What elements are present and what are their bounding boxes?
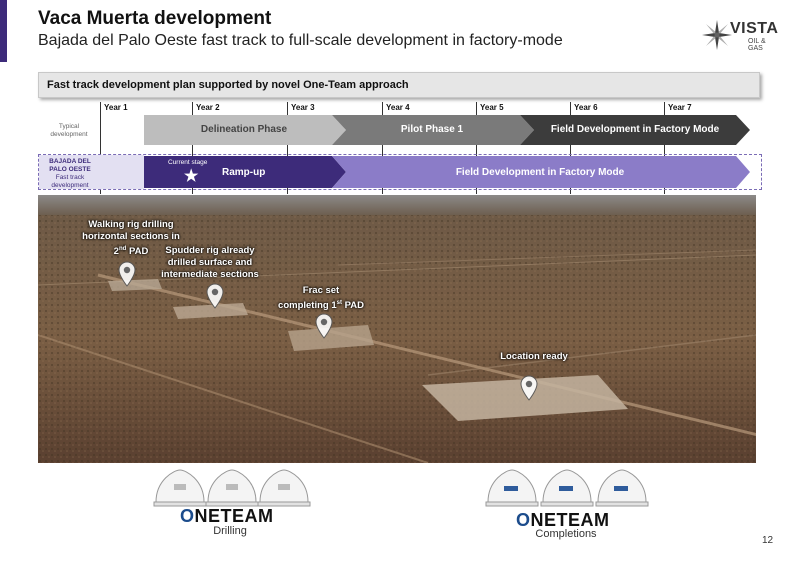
callout-line: Spudder rig already bbox=[165, 245, 255, 256]
oneteam-drilling-logo: ONETEAM bbox=[180, 506, 274, 527]
bdpo-factory-phase: Field Development in Factory Mode bbox=[455, 166, 625, 178]
label-line: BAJADA DEL bbox=[49, 158, 91, 165]
helmets-completions-icon bbox=[485, 469, 649, 507]
logo-rest: NETEAM bbox=[194, 506, 274, 526]
map-pin-icon bbox=[206, 283, 224, 309]
callout-line: Location ready bbox=[500, 351, 568, 362]
phase-factory-mode: Field Development in Factory Mode bbox=[550, 124, 720, 135]
callout-text: PAD bbox=[341, 300, 364, 312]
callout-line: Walking rig drilling bbox=[88, 219, 174, 230]
callout-line: completing 1st PAD bbox=[266, 297, 376, 312]
rampup-phase: Current stage ★ Ramp-up bbox=[144, 156, 346, 188]
label-line: development bbox=[51, 182, 89, 189]
callout-location-ready: Location ready bbox=[484, 351, 584, 363]
bdpo-label: BAJADA DEL PALO OESTE Fast track develop… bbox=[40, 158, 100, 190]
callout-line: Frac set bbox=[302, 285, 340, 296]
current-stage-label: Current stage bbox=[168, 159, 208, 166]
map-pin-icon bbox=[520, 375, 538, 401]
page-number: 12 bbox=[762, 535, 774, 546]
phase-pilot: Pilot Phase 1 bbox=[400, 124, 464, 135]
logo-o: O bbox=[180, 506, 195, 526]
callout-text: PAD bbox=[126, 246, 149, 258]
callout-line: horizontal sections in bbox=[82, 231, 180, 242]
helmets-drilling-icon bbox=[153, 469, 311, 507]
phase-delineation: Delineation Phase bbox=[200, 124, 288, 135]
label-line: PALO OESTE bbox=[49, 166, 91, 173]
aerial-photo: Walking rig drilling horizontal sections… bbox=[38, 195, 756, 463]
callout-line: drilled surface and bbox=[167, 257, 253, 268]
team-caption-drilling: Drilling bbox=[213, 525, 247, 537]
star-icon: ★ bbox=[184, 168, 199, 185]
callout-spudder-rig: Spudder rig already drilled surface and … bbox=[148, 245, 272, 281]
callout-frac-set: Frac set completing 1st PAD bbox=[266, 285, 376, 312]
map-pin-icon bbox=[118, 261, 136, 287]
label-line: Fast track bbox=[55, 174, 85, 181]
callout-text: completing 1 bbox=[278, 300, 337, 312]
map-pin-icon bbox=[315, 313, 333, 339]
team-caption-completions: Completions bbox=[535, 528, 597, 540]
logo-rest: NETEAM bbox=[530, 510, 610, 530]
rampup-label: Ramp-up bbox=[222, 167, 266, 178]
callout-line: intermediate sections bbox=[161, 269, 259, 280]
logo-o: O bbox=[516, 510, 531, 530]
